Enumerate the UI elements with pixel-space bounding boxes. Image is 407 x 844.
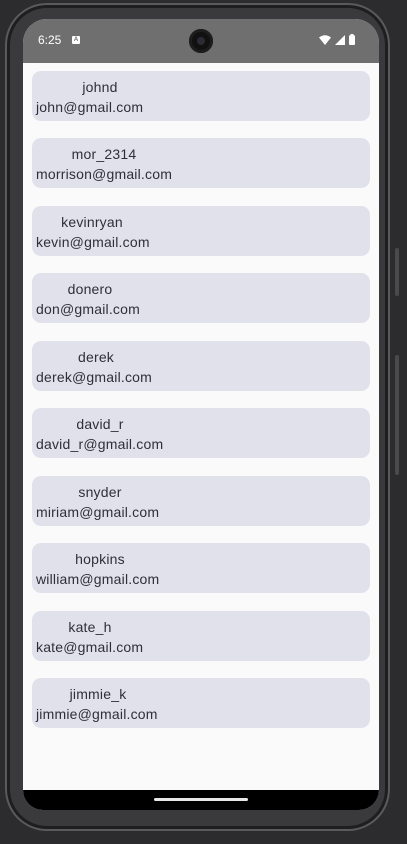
email: kate@gmail.com xyxy=(36,639,144,655)
username: donero xyxy=(67,281,113,297)
user-card[interactable]: hopkins william@gmail.com xyxy=(32,543,370,593)
user-card[interactable]: kate_h kate@gmail.com xyxy=(32,611,370,661)
wifi-icon xyxy=(319,34,331,45)
username: kevinryan xyxy=(61,214,123,230)
username: snyder xyxy=(78,484,122,500)
email: miriam@gmail.com xyxy=(36,504,160,520)
user-card[interactable]: jimmie_k jimmie@gmail.com xyxy=(32,678,370,728)
email: kevin@gmail.com xyxy=(36,234,150,250)
username: hopkins xyxy=(75,551,125,567)
user-card[interactable]: johnd john@gmail.com xyxy=(32,71,370,121)
email: david_r@gmail.com xyxy=(36,436,164,452)
email: jimmie@gmail.com xyxy=(36,706,158,722)
email: don@gmail.com xyxy=(36,301,140,317)
user-card[interactable]: david_r david_r@gmail.com xyxy=(32,408,370,458)
a-icon: A xyxy=(72,36,80,44)
phone-screen: 6:25 A johnd john@gmail.com mor_2314 mor… xyxy=(23,19,379,810)
user-card[interactable]: snyder miriam@gmail.com xyxy=(32,476,370,526)
username: derek xyxy=(77,349,115,365)
power-button xyxy=(395,248,399,296)
username: jimmie_k xyxy=(69,686,127,702)
front-camera xyxy=(189,29,213,53)
email: john@gmail.com xyxy=(36,99,144,115)
username: johnd xyxy=(82,79,118,95)
signal-icon xyxy=(335,34,345,45)
email: derek@gmail.com xyxy=(36,369,153,385)
navigation-bar xyxy=(23,790,379,810)
home-handle[interactable] xyxy=(154,798,248,801)
username: mor_2314 xyxy=(71,146,137,162)
email: morrison@gmail.com xyxy=(36,166,173,182)
status-bar: 6:25 A xyxy=(23,19,379,63)
user-card[interactable]: kevinryan kevin@gmail.com xyxy=(32,206,370,256)
email: william@gmail.com xyxy=(36,571,160,587)
username: david_r xyxy=(76,416,124,432)
status-time: 6:25 xyxy=(38,33,62,47)
user-card[interactable]: derek derek@gmail.com xyxy=(32,341,370,391)
battery-icon xyxy=(349,34,355,45)
volume-button xyxy=(395,355,399,475)
user-card[interactable]: donero don@gmail.com xyxy=(32,273,370,323)
user-list[interactable]: johnd john@gmail.com mor_2314 morrison@g… xyxy=(23,63,379,790)
status-icons xyxy=(319,34,355,45)
user-card[interactable]: mor_2314 morrison@gmail.com xyxy=(32,138,370,188)
username: kate_h xyxy=(68,619,112,635)
